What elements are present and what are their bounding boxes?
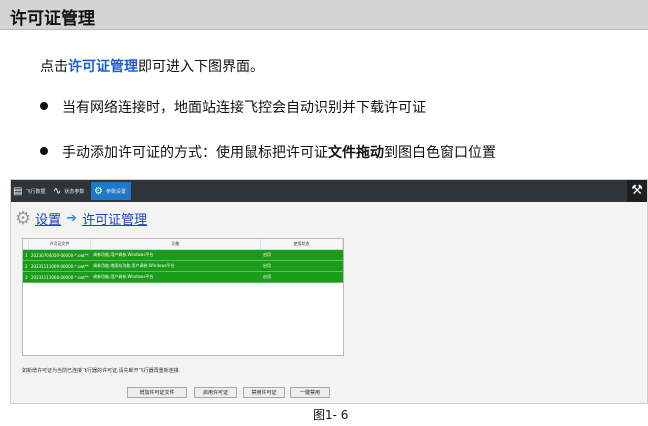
bullet-after: 到图白色窗口位置 xyxy=(384,145,496,161)
cell-file: 20231111009-00000-*.swt** xyxy=(31,263,89,269)
intro-before: 点击 xyxy=(40,59,68,75)
license-table[interactable]: 许可证文件 功能 使用状态 1 20230704050-00000-*.swt*… xyxy=(22,238,344,356)
enable-license-button[interactable]: 启用许可证 xyxy=(194,387,237,398)
tab-flight-data[interactable]: ▤ 飞行数据 xyxy=(13,182,53,200)
intro-paragraph: 点击许可证管理即可进入下图界面。 xyxy=(40,56,264,76)
intro-highlight: 许可证管理 xyxy=(68,59,138,75)
table-row[interactable]: 2 20231111009-00000-*.swt** 调参功能,地面站功能,用… xyxy=(23,261,343,272)
document-icon: ▤ xyxy=(13,185,23,197)
gear-icon: ⚙ xyxy=(94,185,103,197)
tab-label: 状态参数 xyxy=(64,188,85,195)
cell-feature: 调参功能,用户调参,Windows平台 xyxy=(93,274,154,279)
col-file: 许可证文件 xyxy=(29,239,91,249)
reconnect-note: 如新增许可证为当前已连接飞行器的许可证,请先断开飞行器再重新连接. xyxy=(22,368,181,374)
arrow-right-icon: ➔ xyxy=(66,211,78,226)
chart-icon: ∿ xyxy=(53,185,62,197)
tab-label: 飞行数据 xyxy=(25,188,46,195)
cell-feature: 调参功能,用户调参,Windows平台 xyxy=(93,252,154,257)
bullet-dot-icon xyxy=(40,147,48,155)
breadcrumb: ⚙ 设置 ➔ 许可证管理 xyxy=(15,208,147,229)
disable-license-button[interactable]: 禁用许可证 xyxy=(243,387,285,398)
table-row[interactable]: 3 20231111008-00000-*.swt** 调参功能,用户调参,Wi… xyxy=(23,272,343,283)
add-license-button[interactable]: 增加许可证文件 xyxy=(127,387,187,398)
breadcrumb-license-link[interactable]: 许可证管理 xyxy=(82,209,147,228)
cell-file: 20230704050-00000-*.swt** xyxy=(31,252,89,258)
cell-status: 启用 xyxy=(263,274,271,279)
bullet-bold: 文件拖动 xyxy=(328,145,384,161)
settings-gear-icon: ⚙ xyxy=(15,208,32,229)
section-header: 许可证管理 xyxy=(0,0,648,30)
app-screenshot: ▤ 飞行数据 ∿ 状态参数 ⚙ 参数设置 ⚒ ⚙ 设置 ➔ 许可证管理 许可证文… xyxy=(10,179,648,404)
table-row[interactable]: 1 20230704050-00000-*.swt** 调参功能,用户调参,Wi… xyxy=(23,250,343,261)
section-title: 许可证管理 xyxy=(10,9,95,29)
tab-status-params[interactable]: ∿ 状态参数 xyxy=(53,182,91,200)
tools-icon[interactable]: ⚒ xyxy=(627,180,647,202)
bullet-manual-add: 手动添加许可证的方式：使用鼠标把许可证文件拖动到图白色窗口位置 xyxy=(40,142,496,162)
figure-caption: 图1- 6 xyxy=(313,408,349,422)
cell-file: 20231111008-00000-*.swt** xyxy=(31,274,89,280)
col-status: 使用状态 xyxy=(261,239,343,249)
bullet-text: 当有网络连接时，地面站连接飞控会自动识别并下载许可证 xyxy=(62,100,426,116)
breadcrumb-settings-link[interactable]: 设置 xyxy=(35,209,61,228)
col-feature: 功能 xyxy=(91,239,261,249)
cell-feature: 调参功能,地面站功能,用户调参,Windows平台 xyxy=(93,263,175,268)
bullet-auto-download: 当有网络连接时，地面站连接飞控会自动识别并下载许可证 xyxy=(40,97,426,117)
tab-param-settings[interactable]: ⚙ 参数设置 xyxy=(91,182,131,200)
one-click-disable-button[interactable]: 一键禁用 xyxy=(290,387,330,398)
table-header: 许可证文件 功能 使用状态 xyxy=(23,239,343,250)
intro-after: 即可进入下图界面。 xyxy=(138,59,264,75)
tab-label: 参数设置 xyxy=(105,188,126,195)
bullet-dot-icon xyxy=(40,102,48,110)
bullet-before: 手动添加许可证的方式：使用鼠标把许可证 xyxy=(62,145,328,161)
cell-status: 启用 xyxy=(263,252,271,257)
top-toolbar: ▤ 飞行数据 ∿ 状态参数 ⚙ 参数设置 ⚒ xyxy=(11,180,647,202)
cell-status: 启用 xyxy=(263,263,271,268)
